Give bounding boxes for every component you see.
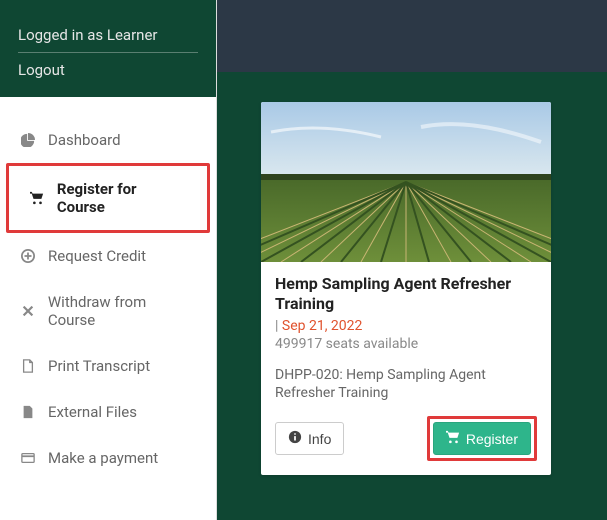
meta-prefix: | (275, 318, 282, 334)
card-body: Hemp Sampling Agent Refresher Training |… (261, 262, 551, 475)
sidebar-item-dashboard[interactable]: Dashboard (0, 117, 216, 163)
cart-icon (446, 430, 460, 447)
file-icon (20, 358, 36, 374)
info-icon (288, 430, 302, 447)
info-button[interactable]: Info (275, 422, 344, 455)
x-icon (20, 303, 36, 319)
sidebar: Logged in as Learner Logout Dashboard Re… (0, 0, 217, 520)
card-actions: Info Register (275, 416, 537, 461)
pie-chart-icon (20, 132, 36, 148)
app-root: Logged in as Learner Logout Dashboard Re… (0, 0, 607, 520)
sidebar-header: Logged in as Learner Logout (0, 0, 216, 97)
sidebar-item-label: Request Credit (48, 247, 146, 265)
course-date: Sep 21, 2022 (282, 318, 363, 334)
sidebar-item-payment[interactable]: Make a payment (0, 435, 216, 481)
course-meta: | Sep 21, 2022 (275, 318, 537, 334)
topbar (217, 0, 607, 72)
register-button-label: Register (466, 431, 518, 447)
sidebar-item-request-credit[interactable]: Request Credit (0, 233, 216, 279)
seats-available: 499917 seats available (275, 336, 537, 352)
course-card: Hemp Sampling Agent Refresher Training |… (261, 102, 551, 475)
highlight-register-nav: Register for Course (6, 163, 210, 233)
sidebar-nav: Dashboard Register for Course Request Cr… (0, 97, 216, 481)
content-area: Hemp Sampling Agent Refresher Training |… (217, 72, 607, 495)
file-solid-icon (20, 404, 36, 420)
sidebar-item-label: Withdraw from Course (48, 293, 196, 329)
sidebar-item-label: Make a payment (48, 449, 158, 467)
sidebar-item-label: Register for Course (57, 180, 187, 216)
sidebar-item-external-files[interactable]: External Files (0, 389, 216, 435)
sidebar-item-label: Print Transcript (48, 357, 150, 375)
cart-icon (29, 190, 45, 206)
plus-circle-icon (20, 248, 36, 264)
course-title: Hemp Sampling Agent Refresher Training (275, 274, 537, 314)
highlight-register-button: Register (427, 416, 537, 461)
credit-card-icon (20, 450, 36, 466)
main-area: Hemp Sampling Agent Refresher Training |… (217, 0, 607, 520)
sidebar-item-label: Dashboard (48, 131, 121, 149)
register-button[interactable]: Register (433, 422, 531, 455)
info-button-label: Info (308, 431, 331, 447)
course-image (261, 102, 551, 262)
logged-in-label: Logged in as Learner (18, 26, 198, 53)
logout-link[interactable]: Logout (18, 61, 198, 79)
sidebar-item-withdraw[interactable]: Withdraw from Course (0, 279, 216, 343)
sidebar-item-print-transcript[interactable]: Print Transcript (0, 343, 216, 389)
sidebar-item-label: External Files (48, 403, 137, 421)
sidebar-item-register[interactable]: Register for Course (9, 166, 207, 230)
course-desc: DHPP-020: Hemp Sampling Agent Refresher … (275, 366, 537, 402)
